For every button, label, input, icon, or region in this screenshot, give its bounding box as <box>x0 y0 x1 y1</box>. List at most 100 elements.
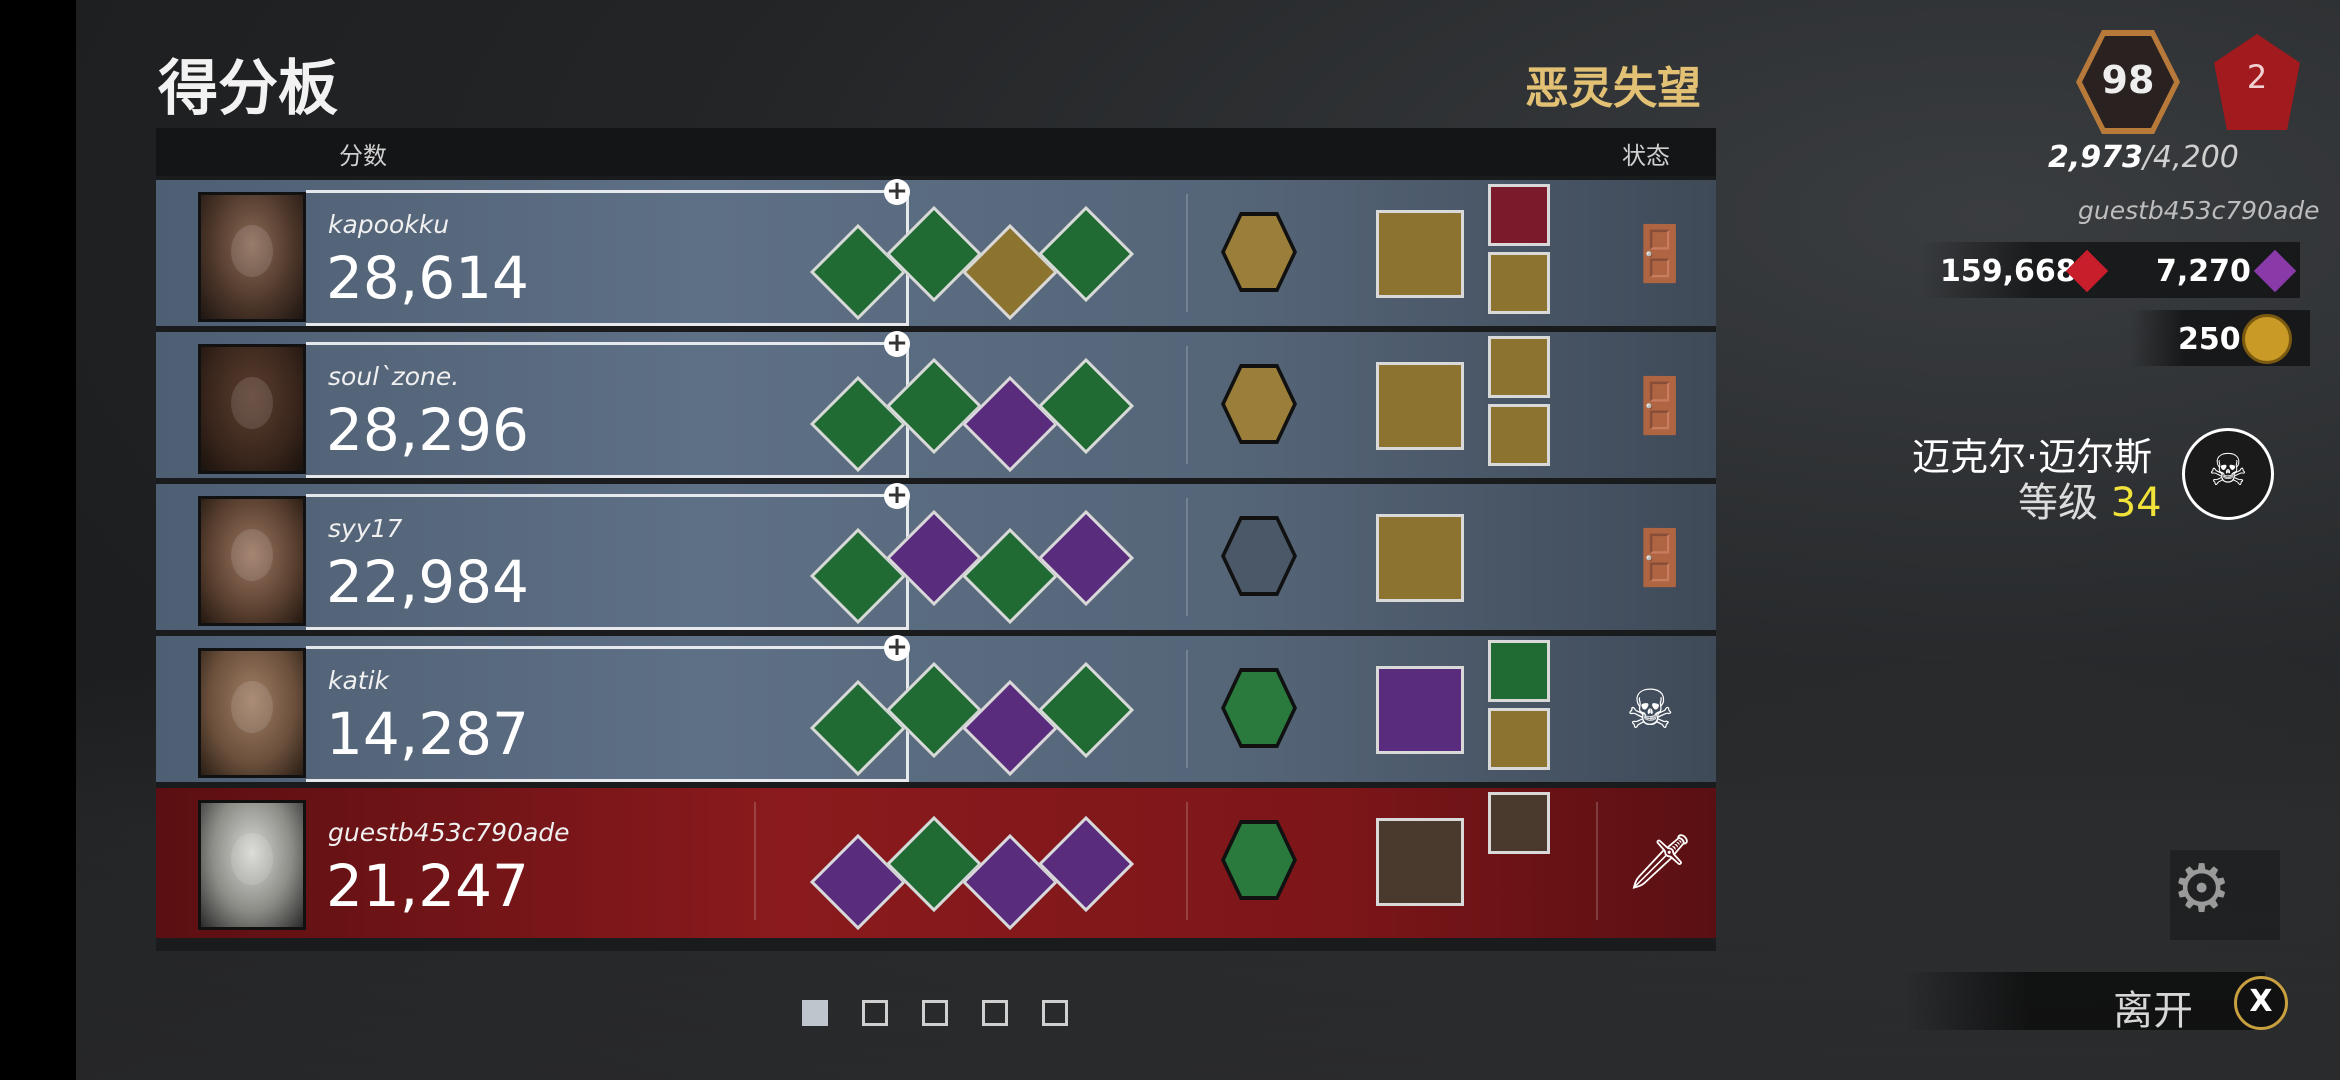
player-row: + katik 14,287 ☠ <box>156 634 1716 786</box>
character-level-value: 34 <box>2110 480 2162 526</box>
scoreboard: 分数 状态 + kapookku 28,614 🚪 + soul`zone. 2… <box>156 128 1716 951</box>
account-name: guestb453c790ade <box>2078 196 2320 225</box>
add-friend-button[interactable]: + <box>884 330 910 357</box>
player-level: 98 <box>2101 58 2155 102</box>
player-portrait <box>198 192 306 322</box>
player-name: katik <box>328 666 390 695</box>
bloodpoints-icon <box>2242 314 2292 364</box>
divider <box>1596 802 1598 920</box>
perk-icon[interactable] <box>1037 815 1135 913</box>
leave-key: X <box>2249 984 2273 1019</box>
item-icon[interactable] <box>1376 666 1464 754</box>
bloodpoints-row: 250 <box>2130 310 2310 366</box>
add-friend-button[interactable]: + <box>884 178 910 205</box>
perk-icon[interactable] <box>961 527 1059 625</box>
rank-badge: 2 <box>2214 34 2300 130</box>
page-title: 得分板 <box>158 54 338 124</box>
offering-icon[interactable] <box>1221 668 1297 748</box>
leave-label: 离开 <box>2113 988 2193 1034</box>
killer-blade-icon: 🗡 <box>1626 830 1695 893</box>
currency-row: 159,668 7,270 <box>1920 242 2300 298</box>
auric-cell-icon <box>2253 249 2297 293</box>
column-header-status: 状态 <box>1622 142 1670 170</box>
player-level-badge: 98 <box>2076 30 2180 134</box>
divider <box>1186 194 1188 312</box>
left-black-bar <box>0 0 76 1080</box>
addon-icon[interactable] <box>1488 404 1550 466</box>
player-name: syy17 <box>328 514 403 543</box>
add-friend-button[interactable]: + <box>884 482 910 509</box>
column-header-score: 分数 <box>339 142 387 170</box>
offering-icon[interactable] <box>1221 820 1297 900</box>
page-dot-1[interactable] <box>802 1000 828 1026</box>
perk-icon[interactable] <box>1037 509 1135 607</box>
offering-icon[interactable] <box>1221 364 1297 444</box>
addon-icon[interactable] <box>1488 640 1550 702</box>
character-level-label: 等级 <box>2018 480 2098 526</box>
perk-icon[interactable] <box>1037 661 1135 759</box>
player-score: 21,247 <box>326 852 529 920</box>
perk-icon[interactable] <box>1037 357 1135 455</box>
power-icon[interactable] <box>1376 818 1464 906</box>
xp-current: 2,973 <box>2048 140 2143 175</box>
offering-empty-slot <box>1221 516 1297 596</box>
divider <box>1186 650 1188 768</box>
divider <box>754 802 756 920</box>
player-row: + kapookku 28,614 🚪 <box>156 178 1716 330</box>
item-icon[interactable] <box>1376 210 1464 298</box>
divider <box>1186 346 1188 464</box>
addon-icon[interactable] <box>1488 792 1550 854</box>
settings-button[interactable]: ⚙ <box>2170 850 2280 940</box>
xp-progress: 2,973/4,200 <box>2048 140 2239 175</box>
killer-portrait <box>198 800 306 930</box>
player-portrait <box>198 344 306 474</box>
player-portrait <box>198 648 306 778</box>
escaped-door-icon: 🚪 <box>1626 222 1694 285</box>
leave-button[interactable]: X <box>2234 976 2288 1030</box>
xp-max: /4,200 <box>2142 140 2239 175</box>
addon-icon[interactable] <box>1488 184 1550 246</box>
leave-bar[interactable]: 离开 <box>1905 972 2265 1034</box>
player-score: 22,984 <box>326 548 529 616</box>
sacrificed-skull-icon: ☠ <box>1626 678 1675 741</box>
character-level: 等级 34 <box>2018 470 2162 528</box>
add-friend-button[interactable]: + <box>884 634 910 661</box>
page-dot-3[interactable] <box>922 1000 948 1026</box>
escaped-door-icon: 🚪 <box>1626 526 1694 589</box>
perk-icon[interactable] <box>1037 205 1135 303</box>
cells-value: 7,270 <box>2156 254 2251 289</box>
killer-emblem-icon: ☠ <box>2182 428 2274 520</box>
item-icon[interactable] <box>1376 362 1464 450</box>
shards-value: 159,668 <box>1940 254 2077 289</box>
player-score: 28,614 <box>326 244 529 312</box>
player-row: + soul`zone. 28,296 🚪 <box>156 330 1716 482</box>
offering-icon[interactable] <box>1221 212 1297 292</box>
page-dot-5[interactable] <box>1042 1000 1068 1026</box>
perk-icon[interactable] <box>885 815 983 913</box>
player-score: 14,287 <box>326 700 529 768</box>
player-portrait <box>198 496 306 626</box>
divider <box>1186 498 1188 616</box>
page-dot-2[interactable] <box>862 1000 888 1026</box>
player-name: guestb453c790ade <box>328 818 570 847</box>
perk-icon[interactable] <box>961 679 1059 777</box>
perk-icon[interactable] <box>961 375 1059 473</box>
perk-icon[interactable] <box>961 223 1059 321</box>
item-icon[interactable] <box>1376 514 1464 602</box>
player-score: 28,296 <box>326 396 529 464</box>
addon-icon[interactable] <box>1488 708 1550 770</box>
scoreboard-header: 分数 状态 <box>156 128 1716 176</box>
perk-icon[interactable] <box>809 833 907 931</box>
player-row: + syy17 22,984 🚪 <box>156 482 1716 634</box>
rank-number: 2 <box>2246 58 2268 96</box>
addon-icon[interactable] <box>1488 252 1550 314</box>
divider <box>1186 802 1188 920</box>
addon-icon[interactable] <box>1488 336 1550 398</box>
killer-row: guestb453c790ade 21,247 🗡 <box>156 788 1716 942</box>
bloodpoints-value: 250 <box>2178 322 2241 357</box>
escaped-door-icon: 🚪 <box>1626 374 1694 437</box>
perk-icon[interactable] <box>961 833 1059 931</box>
gear-icon: ⚙ <box>2172 850 2232 927</box>
page-dot-4[interactable] <box>982 1000 1008 1026</box>
match-result-label: 恶灵失望 <box>1525 63 1701 114</box>
